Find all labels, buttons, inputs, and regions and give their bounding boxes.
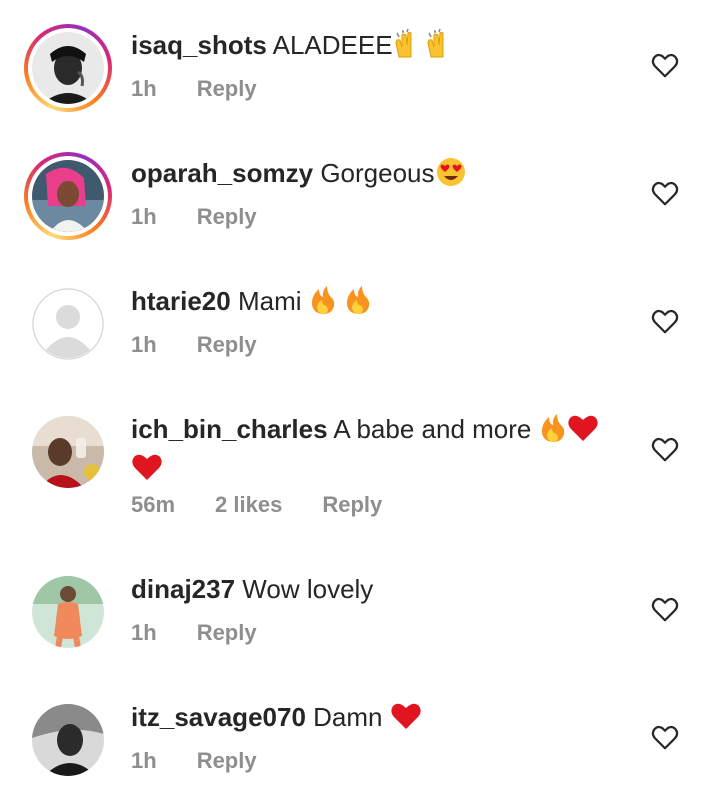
comment-body: Gorgeous <box>320 158 435 188</box>
comment-username[interactable]: oparah_somzy <box>131 158 313 188</box>
avatar[interactable] <box>32 576 104 648</box>
avatar-default[interactable] <box>32 288 104 360</box>
avatar <box>32 32 104 104</box>
avatar[interactable] <box>32 416 104 488</box>
fire-emoji-icon <box>344 285 372 323</box>
comment-time: 1h <box>131 620 157 645</box>
reply-button[interactable]: Reply <box>322 492 382 518</box>
comment-meta: 1h Reply <box>131 332 257 358</box>
comment-username[interactable]: htarie20 <box>131 286 231 316</box>
avatar-story-ring[interactable] <box>24 24 112 112</box>
comment-meta: 1h Reply <box>131 748 257 774</box>
comment-username[interactable]: ich_bin_charles <box>131 414 328 444</box>
comment-body: Wow lovely <box>242 574 374 604</box>
comment-username[interactable]: isaq_shots <box>131 30 267 60</box>
comment-time: 56m <box>131 492 176 517</box>
comment-username[interactable]: dinaj237 <box>131 574 235 604</box>
comment-time: 1h <box>131 204 157 229</box>
comment-time: 1h <box>131 748 157 773</box>
comment-meta: 1h Reply <box>131 204 257 230</box>
avatar[interactable] <box>32 704 104 776</box>
comment-meta: 56m 2 likes Reply <box>131 492 382 518</box>
like-heart-icon[interactable] <box>650 594 680 624</box>
comment-text: itz_savage070 Damn <box>131 700 630 739</box>
like-heart-icon[interactable] <box>650 178 680 208</box>
red-heart-emoji-icon <box>390 701 422 739</box>
comment-time: 1h <box>131 332 157 357</box>
red-heart-emoji-icon <box>567 413 599 451</box>
like-heart-icon[interactable] <box>650 50 680 80</box>
comment-username[interactable]: itz_savage070 <box>131 702 306 732</box>
reply-button[interactable]: Reply <box>197 204 257 230</box>
comment-body: Mami <box>237 286 302 316</box>
reply-button[interactable]: Reply <box>197 332 257 358</box>
comment-body: Damn <box>313 702 383 732</box>
heart-eyes-emoji-icon <box>435 157 467 195</box>
raised-hands-emoji-icon <box>393 28 425 67</box>
reply-button[interactable]: Reply <box>197 620 257 646</box>
red-heart-emoji-icon <box>131 452 163 490</box>
reply-button[interactable]: Reply <box>197 748 257 774</box>
comment-meta: 1h Reply <box>131 620 257 646</box>
raised-hands-emoji-icon <box>425 28 457 67</box>
comment-text: oparah_somzy Gorgeous <box>131 156 630 195</box>
avatar <box>32 160 104 232</box>
like-heart-icon[interactable] <box>650 434 680 464</box>
comment-meta: 1h Reply <box>131 76 257 102</box>
comment-text: ich_bin_charles A babe and more <box>131 412 630 490</box>
comment-body: A babe and more <box>333 414 532 444</box>
likes-count[interactable]: 2 likes <box>215 492 282 518</box>
comment-text: dinaj237 Wow lovely <box>131 572 630 606</box>
comment-text: htarie20 Mami <box>131 284 630 323</box>
avatar-story-ring[interactable] <box>24 152 112 240</box>
like-heart-icon[interactable] <box>650 722 680 752</box>
fire-emoji-icon <box>539 413 567 451</box>
comment-body: ALADEEE <box>272 30 393 60</box>
comment-time: 1h <box>131 76 157 101</box>
reply-button[interactable]: Reply <box>197 76 257 102</box>
comment-text: isaq_shots ALADEEE <box>131 28 630 67</box>
like-heart-icon[interactable] <box>650 306 680 336</box>
fire-emoji-icon <box>309 285 337 323</box>
